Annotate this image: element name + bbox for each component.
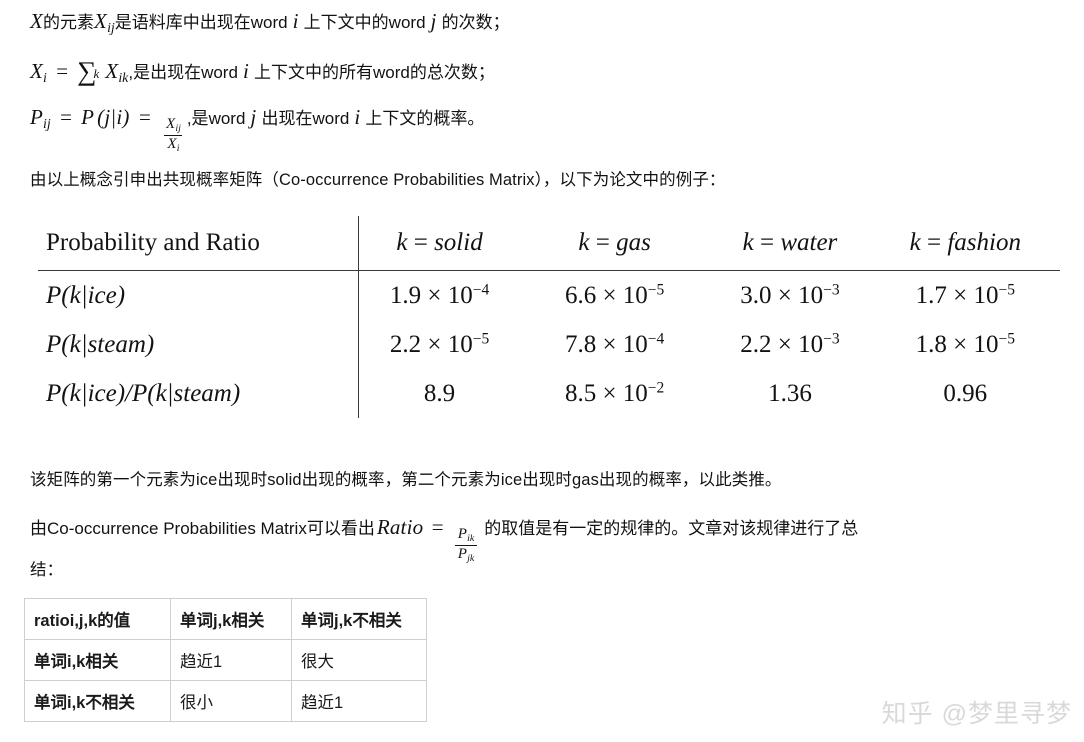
cell-ice-fashion: 1.7 × 10−5 [915, 281, 1015, 309]
ratio-cell-unrelated-related: 很小 [170, 680, 292, 722]
summation-symbol: ∑ [77, 56, 97, 86]
cell-steam-solid: 2.2 × 10−5 [358, 320, 534, 369]
math-var-Pij: Pij [30, 105, 51, 131]
ratio-equals: = [430, 515, 445, 539]
formula3-equals-1: = [58, 105, 74, 129]
formula1-text-b: 是语料库中出现在 [114, 13, 251, 32]
formula1-index-i: i [292, 9, 299, 33]
formula-x-ij-definition: X 的元素 Xij 是语料库中出现在 word i 上下文中的 word j 的… [30, 8, 510, 36]
formula2-text-c: 的总次数； [409, 63, 495, 82]
ratio-table-header-jk-related: 单词j,k相关 [170, 598, 292, 640]
cell-ratio-water: 1.36 [768, 379, 812, 407]
table-row: 单词i,k相关 趋近1 很大 [24, 639, 427, 681]
ratio-cell-unrelated-unrelated: 趋近1 [291, 680, 427, 722]
formula1-index-j: j [430, 9, 437, 33]
cell-ratio-fashion: 0.96 [943, 379, 988, 407]
formula1-text-c: 上下文中的 [303, 13, 389, 32]
math-conditional: (j|i) [97, 105, 130, 129]
row-label-p-k-ice: P(k|ice) [46, 281, 126, 309]
column-header-fashion: k = fashion [884, 216, 1060, 271]
table-corner-header: Probability and Ratio [38, 216, 359, 271]
cell-ratio-gas: 8.5 × 10−2 [564, 379, 665, 407]
table-header-row: ratioi,j,k的值 单词j,k相关 单词j,k不相关 [24, 598, 427, 640]
after-table-paragraph: 该矩阵的第一个元素为ice出现时solid出现的概率，第二个元素为ice出现时g… [30, 471, 782, 489]
formula2-equals: = [54, 59, 70, 83]
formula2-text-a: ,是出现在 [128, 63, 202, 82]
ratio-cell-related-related: 趋近1 [170, 639, 292, 681]
formula1-text-d: 的次数； [441, 13, 510, 32]
formula1-text-a: 的元素 [43, 13, 95, 32]
cell-ice-gas: 6.6 × 10−5 [564, 281, 665, 309]
math-var-Xi: Xi [30, 59, 47, 85]
ratio-table-row-label-ik-unrelated: 单词i,k不相关 [24, 680, 171, 722]
formula3-text-a: ,是 [186, 109, 209, 128]
ratio-paragraph-post-a: 的取值是有一定的规律的。 [484, 519, 689, 538]
formula3-text-c: 上下文的概率。 [365, 109, 485, 128]
row-label-ratio: P(k|ice)/P(k|steam) [46, 379, 241, 407]
fraction-xij-over-xi: Xij Xi [163, 116, 184, 154]
ratio-paragraph-line-2: 结： [30, 561, 64, 579]
fraction-denominator: Pjk [454, 545, 478, 564]
math-var-Xik: Xik [105, 59, 129, 85]
column-header-gas: k = gas [533, 216, 710, 271]
math-func-P: P [81, 105, 95, 129]
table-header-row: Probability and Ratio k = solid k = gas … [38, 216, 1060, 271]
column-header-solid: k = solid [358, 216, 534, 271]
table-row: P(k|ice)/P(k|steam) 8.9 8.5 × 10−2 1.36 … [38, 369, 1060, 418]
cell-steam-fashion: 1.8 × 10−5 [915, 330, 1015, 358]
formula3-text-b: 出现在 [261, 109, 313, 128]
ratio-table-header-jk-unrelated: 单词j,k不相关 [291, 598, 427, 640]
ratio-word: Ratio [376, 515, 424, 539]
fraction-numerator: Xij [165, 116, 181, 134]
formula3-index-j: j [250, 105, 257, 129]
article-link[interactable]: 文章 [688, 514, 722, 539]
table-row: P(k|steam) 2.2 × 10−5 7.8 × 10−4 2.2 × 1… [38, 320, 1060, 369]
math-var-X: X [30, 9, 44, 33]
zhihu-watermark: 知乎 @梦里寻梦 [881, 700, 1072, 728]
intro-paragraph: 由以上概念引申出共现概率矩阵（Co-occurrence Probabiliti… [30, 171, 726, 189]
probability-and-ratio-table: Probability and Ratio k = solid k = gas … [38, 216, 1060, 418]
ratio-paragraph-line-1: 由Co-occurrence Probabilities Matrix可以看出 … [30, 514, 859, 564]
formula2-word-2: word [372, 63, 410, 82]
formula3-word-1: word [208, 109, 246, 128]
ratio-paragraph-pre: 由Co-occurrence Probabilities Matrix可以看出 [30, 519, 375, 538]
document-page: X 的元素 Xij 是语料库中出现在 word i 上下文中的 word j 的… [0, 0, 1084, 742]
ratio-cell-related-unrelated: 很大 [291, 639, 427, 681]
cell-ice-solid: 1.9 × 10−4 [358, 270, 534, 320]
fraction-pik-over-pjk: Pik Pjk [454, 526, 478, 564]
column-header-water: k = water [709, 216, 885, 271]
cell-steam-gas: 7.8 × 10−4 [564, 330, 665, 358]
fraction-numerator: Pik [457, 526, 475, 544]
cell-ratio-solid: 8.9 [358, 369, 534, 418]
formula3-equals-2: = [137, 105, 152, 129]
formula2-text-b: 上下文中的所有 [253, 63, 373, 82]
formula-p-ij-definition: Pij = P (j|i) = Xij Xi ,是 word j 出现在 wor… [30, 104, 485, 154]
ratio-paragraph-post-b: 对该规律进行了总 [722, 519, 859, 538]
formula3-index-i: i [354, 105, 361, 129]
cell-ice-water: 3.0 × 10−3 [740, 281, 840, 309]
formula1-word-1: word [250, 13, 288, 32]
formula3-word-2: word [312, 109, 350, 128]
fraction-denominator: Xi [164, 135, 183, 154]
cell-steam-water: 2.2 × 10−3 [740, 330, 840, 358]
table-row: 单词i,k不相关 很小 趋近1 [24, 680, 427, 722]
formula1-word-2: word [388, 13, 426, 32]
formula2-word-1: word [201, 63, 238, 82]
ratio-table-corner-header: ratioi,j,k的值 [24, 598, 171, 640]
ratio-table-row-label-ik-related: 单词i,k相关 [24, 639, 171, 681]
row-label-p-k-steam: P(k|steam) [46, 330, 155, 358]
math-var-Xij: Xij [94, 9, 115, 35]
table-row: P(k|ice) 1.9 × 10−4 6.6 × 10−5 3.0 × 10−… [38, 270, 1060, 320]
formula-x-i-definition: Xi = ∑ k Xik ,是出现在 word i 上下文中的所有 word 的… [30, 54, 495, 86]
formula2-index-i: i [242, 59, 249, 83]
ratio-rules-table: ratioi,j,k的值 单词j,k相关 单词j,k不相关 单词i,k相关 趋近… [24, 598, 427, 722]
